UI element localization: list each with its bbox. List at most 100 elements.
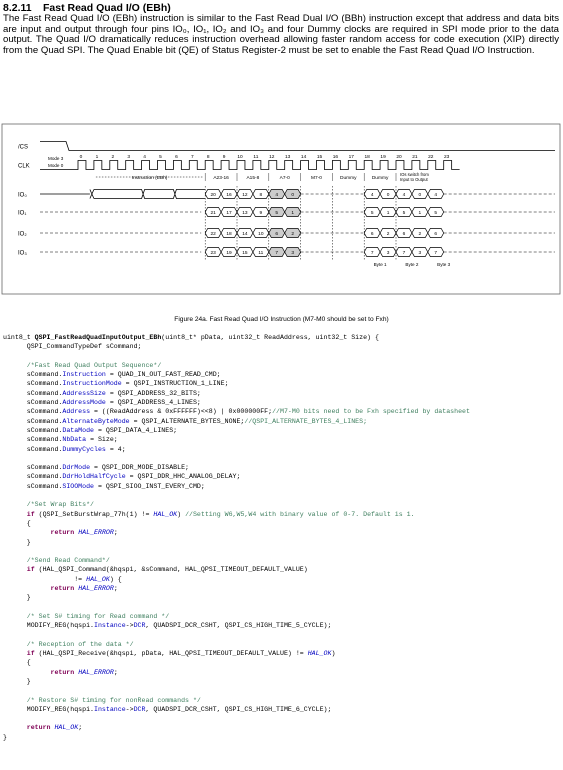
code-line: /*Send Read Command*/ <box>3 556 470 565</box>
bit-label: 3 <box>291 250 294 256</box>
switch-note: Input to Output <box>400 177 429 182</box>
code-line: sCommand.DdrMode = QSPI_DDR_MODE_DISABLE… <box>3 463 470 472</box>
bit-label: 9 <box>260 210 263 216</box>
code-comment: //QSPI_ALTERNATE_BYTES_4_LINES; <box>244 417 368 425</box>
clock-number: 13 <box>285 154 291 160</box>
code-line: /* Restore S# timing for nonRead command… <box>3 696 470 705</box>
bit-label: 5 <box>275 210 278 216</box>
code-line: sCommand.DataMode = QSPI_DATA_4_LINES; <box>3 426 470 435</box>
clk-waveform <box>40 160 460 170</box>
mode-label: Mode 3 <box>48 156 64 161</box>
code-line: return HAL_ERROR; <box>3 668 470 677</box>
code-comment: /*Set Wrap Bits*/ <box>26 501 95 509</box>
byte-label: Byte 2 <box>405 262 418 267</box>
clock-number: 18 <box>365 154 371 160</box>
bit-label: 1 <box>387 210 390 216</box>
clock-number: 17 <box>349 154 355 160</box>
code-text: = Size; <box>86 436 118 444</box>
code-field: AlternateByteMode <box>62 417 130 425</box>
clock-number: 2 <box>111 154 114 160</box>
code-comment: //Setting W6,W5,W4 with binary value of … <box>185 510 415 518</box>
code-text: , QUADSPI_DCR_CSHT, QSPI_CS_HIGH_TIME_6_… <box>145 705 332 713</box>
clock-number: 3 <box>127 154 130 160</box>
code-keyword: if <box>26 566 35 574</box>
code-comment: /*Send Read Command*/ <box>26 557 110 565</box>
code-text: = QSPI_DATA_4_LINES; <box>94 426 178 434</box>
code-text: = 4; <box>105 445 126 453</box>
code-constant: HAL_ERROR <box>78 668 114 676</box>
code-line: } <box>3 593 470 602</box>
bit-label: 8 <box>260 192 263 198</box>
code-field: AddressMode <box>62 399 106 407</box>
code-field: SIOOMode <box>62 482 95 490</box>
code-text: ; <box>113 585 118 593</box>
bit-label: 5 <box>434 210 437 216</box>
bit-label: 2 <box>291 231 294 237</box>
bit-label: 2 <box>387 231 390 237</box>
code-text: sCommand. <box>3 371 63 379</box>
code-line: sCommand.NbData = Size; <box>3 435 470 444</box>
code-field: Instance <box>94 705 126 713</box>
code-comment: /*Fast Read Quad Output Sequence*/ <box>26 361 162 369</box>
code-field: Instance <box>94 622 126 630</box>
code-keyword: if <box>26 650 35 658</box>
code-line: /* Set S# timing for Read command */ <box>3 612 470 621</box>
phase-label: Instruction (EBh) <box>132 175 168 181</box>
code-text: -> <box>125 622 134 630</box>
code-line: sCommand.AddressMode = QSPI_ADDRESS_4_LI… <box>3 398 470 407</box>
bit-label: 10 <box>258 231 264 237</box>
signal-label: IO₀ <box>18 193 27 199</box>
bit-label: 22 <box>210 231 216 237</box>
code-text: sCommand. <box>3 399 63 407</box>
figure-caption: Figure 24a. Fast Read Quad I/O Instructi… <box>174 316 389 323</box>
code-field: DCR <box>133 705 146 713</box>
bit-label: 7 <box>434 250 437 256</box>
code-line: if (HAL_QSPI_Command(&hqspi, &sCommand, … <box>3 565 470 574</box>
bit-label: 4 <box>275 192 278 198</box>
code-line: { <box>3 519 470 528</box>
code-line: return HAL_ERROR; <box>3 584 470 593</box>
code-text: } <box>3 538 31 546</box>
signal-label: IO₃ <box>18 251 27 257</box>
timing-diagram: /CS CLK IO₀ IO₁ IO₂ IO₃ Mode 3 Mode 00123456789… <box>0 100 563 316</box>
bit-label: 0 <box>419 192 422 198</box>
code-text: (HAL_QSPI_Command(&hqspi, &sCommand, HAL… <box>34 566 308 574</box>
code-line: /*Set Wrap Bits*/ <box>3 500 470 509</box>
clock-number: 5 <box>159 154 162 160</box>
code-text: ; <box>113 529 118 537</box>
bit-label: 0 <box>291 192 294 198</box>
signal-label: /CS <box>18 145 28 151</box>
code-field: AddressSize <box>62 389 106 397</box>
clock-number: 23 <box>444 154 450 160</box>
code-comment: /* Restore S# timing for nonRead command… <box>26 696 201 704</box>
code-text: = QUAD_IN_OUT_FAST_READ_CMD; <box>105 371 221 379</box>
code-text: ; <box>113 668 118 676</box>
code-constant: HAL_ERROR <box>78 529 114 537</box>
clock-number: 7 <box>191 154 194 160</box>
code-line: return HAL_OK; <box>3 723 470 732</box>
signal-label: IO₂ <box>18 232 27 238</box>
bit-label: 6 <box>434 231 437 237</box>
clock-number: 20 <box>396 154 402 160</box>
code-field: InstructionMode <box>62 380 122 388</box>
clock-number: 11 <box>253 154 258 160</box>
phase-label: M7-0 <box>311 175 322 181</box>
code-text: } <box>3 594 31 602</box>
code-line: } <box>3 677 470 686</box>
code-line: sCommand.SIOOMode = QSPI_SIOO_INST_EVERY… <box>3 482 470 491</box>
bit-label: 6 <box>371 231 374 237</box>
code-text: } <box>3 733 7 741</box>
bit-label: 21 <box>210 210 216 216</box>
phase-label: A15-8 <box>246 175 259 181</box>
phase-label: Dummy <box>372 175 389 181</box>
code-text: ) <box>177 510 186 518</box>
code-constant: HAL_ERROR <box>78 585 114 593</box>
